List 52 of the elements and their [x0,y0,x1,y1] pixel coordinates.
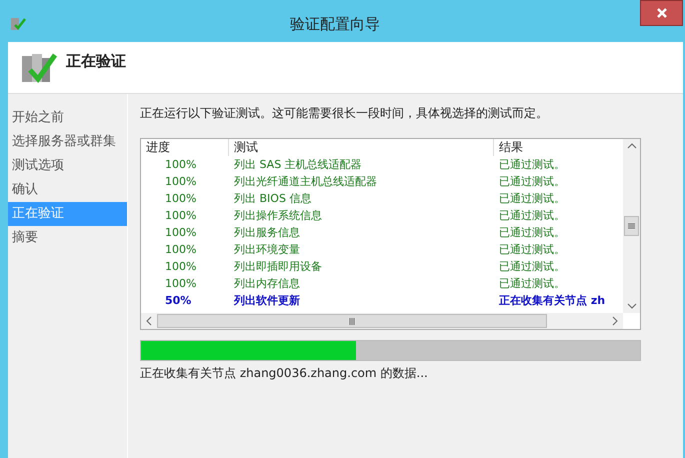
progress-cell-text: 100% [164,242,198,258]
progress-cell-text: 100% [164,157,198,173]
test-cell-text: 列出即插即用设备 [233,259,323,275]
test-cell-text: 列出软件更新 [232,293,301,309]
scroll-up-icon[interactable] [626,143,636,149]
test-cell-text: 列出环境变量 [233,242,301,258]
scroll-thumb[interactable] [157,314,547,328]
scroll-thumb[interactable] [624,216,639,236]
result-cell-text: 已通过测试。 [498,174,566,190]
sidebar-item[interactable]: 测试选项 [8,154,127,178]
progress-cell-text: 100% [164,174,198,190]
test-cell-text: 列出 SAS 主机总线适配器 [233,157,363,173]
progress-cell-text: 50% [164,293,192,309]
app-icon [10,16,26,32]
result-cell-text: 已通过测试。 [498,242,566,258]
test-cell-text: 列出服务信息 [233,225,301,241]
scroll-right-icon[interactable] [611,316,619,326]
column-header[interactable]: 结果 [494,139,623,156]
result-cell-text: 已通过测试。 [498,276,566,292]
result-cell-text: 正在收集有关节点 zh [498,293,606,309]
result-cell-text: 已通过测试。 [498,225,566,241]
result-cell-text: 已通过测试。 [498,157,566,173]
sidebar-item[interactable]: 开始之前 [8,106,127,130]
close-icon [656,8,666,18]
progress-cell-text: 100% [164,208,198,224]
horizontal-scrollbar[interactable] [141,313,623,329]
progress-cell-text: 100% [164,225,198,241]
window-title: 验证配置向导 [290,14,380,35]
test-cell-text: 列出光纤通道主机总线适配器 [233,174,378,190]
result-cell-text: 已通过测试。 [498,191,566,207]
progress-cell-text: 100% [164,259,198,275]
result-cell-text: 已通过测试。 [498,259,566,275]
test-cell-text: 列出内存信息 [233,276,301,292]
intro-text: 正在运行以下验证测试。这可能需要很长一段时间，具体视选择的测试而定。 [140,105,549,122]
vertical-scrollbar[interactable] [623,139,640,313]
grip-icon [348,318,356,324]
column-header[interactable]: 进度 [141,139,229,156]
status-text: 正在收集有关节点 zhang0036.zhang.com 的数据... [140,365,429,382]
scroll-down-icon[interactable] [626,303,636,309]
sidebar-item[interactable]: 摘要 [8,226,127,250]
result-cell-text: 已通过测试。 [498,208,566,224]
progress-cell-text: 100% [164,276,198,292]
scroll-left-icon[interactable] [145,316,153,326]
progress-cell-text: 100% [164,191,198,207]
close-button[interactable] [640,0,683,26]
test-cell-text: 列出操作系统信息 [233,208,323,224]
sidebar-item[interactable]: 确认 [8,178,127,202]
test-cell-text: 列出 BIOS 信息 [233,191,312,207]
sidebar-item[interactable]: 选择服务器或群集 [8,130,127,154]
column-header[interactable]: 测试 [229,139,494,156]
grip-icon [628,223,635,229]
page-heading: 正在验证 [66,51,126,72]
